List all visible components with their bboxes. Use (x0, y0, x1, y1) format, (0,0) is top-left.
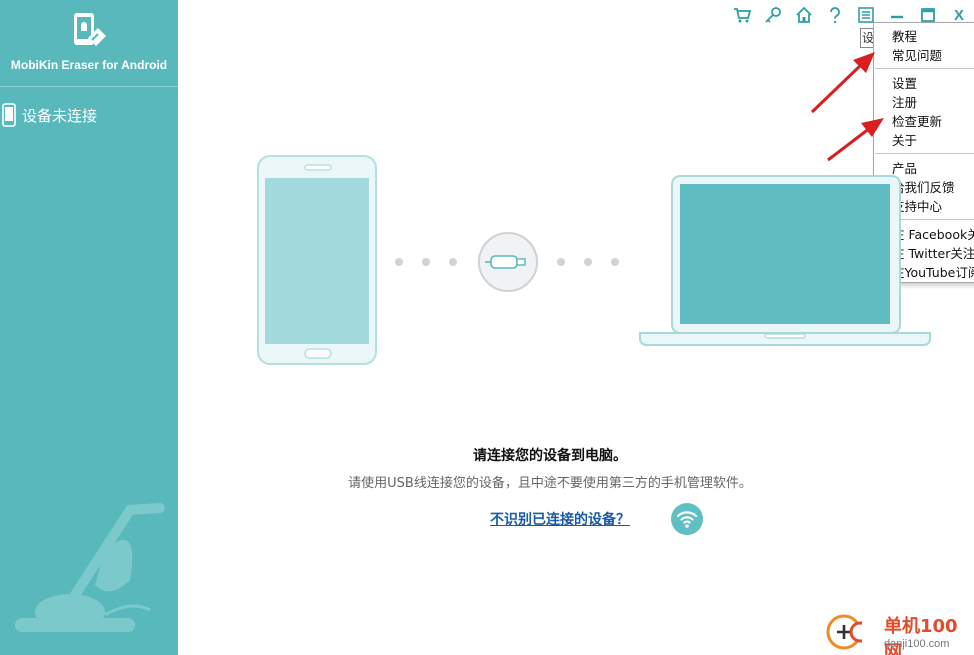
sidebar: MobiKin Eraser for Android 设备未连接 (0, 0, 178, 655)
connection-illustration (257, 155, 931, 365)
cart-icon[interactable] (731, 5, 753, 25)
wifi-icon (676, 511, 698, 528)
laptop-illustration-icon (639, 175, 931, 346)
site-watermark: 单机100网 danji100.com (822, 606, 974, 655)
phone-icon (2, 103, 16, 127)
usb-cable-icon (478, 232, 538, 292)
app-name: MobiKin Eraser for Android (10, 58, 168, 72)
watermark-logo-icon (826, 614, 862, 650)
dots-left-icon (395, 258, 457, 266)
unrecognized-device-link[interactable]: 不识别已连接的设备？ (490, 509, 630, 529)
menu-separator (875, 68, 974, 69)
device-status-label: 设备未连接 (22, 106, 98, 125)
device-status-item[interactable]: 设备未连接 (2, 102, 97, 128)
watermark-en-text: danji100.com (884, 638, 950, 650)
menu-item-register[interactable]: 注册 (892, 93, 917, 112)
connect-prompt-title: 请连接您的设备到电脑。 (473, 448, 627, 464)
phone-illustration-icon (257, 155, 377, 365)
help-icon[interactable] (824, 5, 846, 25)
wifi-connect-button[interactable] (671, 503, 703, 535)
menu-item-settings[interactable]: 设置 (892, 74, 917, 93)
key-icon[interactable] (762, 5, 784, 25)
menu-item-check-update[interactable]: 检查更新 (892, 112, 942, 131)
menu-item-about[interactable]: 关于 (892, 131, 917, 150)
red-arrow-icon (810, 52, 875, 114)
vacuum-decoration-icon (15, 503, 165, 632)
menu-item-tutorial[interactable]: 教程 (892, 27, 917, 46)
dots-right-icon (557, 258, 619, 266)
menu-item-faq[interactable]: 常见问题 (892, 46, 942, 65)
app-logo-icon (74, 13, 106, 46)
sidebar-divider (0, 86, 178, 87)
home-icon[interactable] (793, 5, 815, 25)
connect-prompt-subtitle: 请使用USB线连接您的设备，且中途不要使用第三方的手机管理软件。 (348, 476, 752, 491)
